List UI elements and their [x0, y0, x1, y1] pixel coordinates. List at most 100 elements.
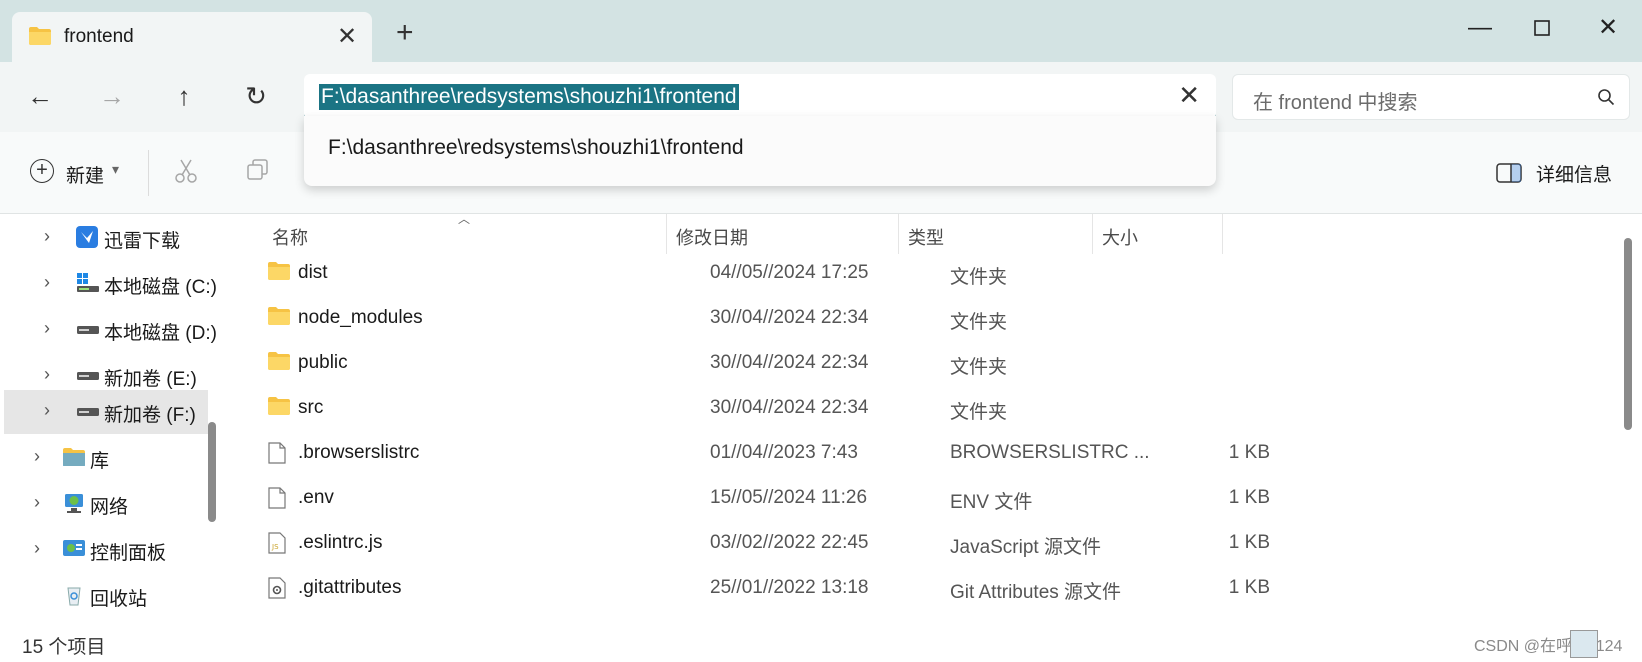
column-header-date[interactable]: 修改日期: [676, 224, 748, 250]
sidebar-item-drive-f[interactable]: › 新加卷 (F:): [4, 390, 208, 434]
file-list: ︿ 名称 修改日期 类型 大小 dist 04//05//2024 17:25 …: [238, 212, 1618, 626]
column-header-type[interactable]: 类型: [908, 224, 944, 250]
file-date: 30//04//2024 22:34: [710, 352, 869, 373]
copy-icon[interactable]: [246, 158, 270, 187]
maximize-button[interactable]: [1512, 8, 1572, 48]
file-size: 1 KB: [1228, 487, 1270, 508]
file-name: .browserslistrc: [298, 442, 420, 463]
expand-arrow-icon[interactable]: ›: [44, 400, 50, 421]
folder-icon: [28, 26, 52, 51]
table-row[interactable]: public 30//04//2024 22:34 文件夹: [238, 340, 1618, 386]
sidebar-item-label: 库: [90, 451, 110, 472]
refresh-button[interactable]: ↻: [236, 76, 276, 116]
details-label: 详细信息: [1536, 165, 1613, 186]
file-date: 25//01//2022 13:18: [710, 577, 869, 598]
table-row[interactable]: dist 04//05//2024 17:25 文件夹: [238, 250, 1618, 296]
drive-icon: [76, 364, 100, 391]
sidebar-item-recycle-bin[interactable]: 回收站: [4, 574, 208, 618]
sidebar-item-drive-d[interactable]: › 本地磁盘 (D:): [4, 308, 217, 352]
sidebar-item-control-panel[interactable]: › 控制面板: [4, 528, 208, 572]
table-row[interactable]: JS .eslintrc.js 03//02//2022 22:45 JavaS…: [238, 520, 1618, 566]
expand-arrow-icon[interactable]: ›: [44, 226, 50, 247]
expand-arrow-icon[interactable]: ›: [44, 364, 50, 385]
close-tab-icon[interactable]: ✕: [334, 22, 360, 51]
file-type: ENV 文件: [950, 492, 1033, 513]
table-row[interactable]: .browserslistrc 01//04//2023 7:43 BROWSE…: [238, 430, 1618, 476]
chevron-down-icon: ▾: [112, 161, 120, 177]
address-suggestion-item[interactable]: F:\dasanthree\redsystems\shouzhi1\fronte…: [328, 136, 744, 160]
recycle-bin-icon: [62, 584, 86, 611]
library-icon: [62, 446, 86, 473]
file-size: 1 KB: [1228, 577, 1270, 598]
back-button[interactable]: ←: [20, 76, 60, 116]
network-icon: [62, 492, 86, 519]
settings-file-icon: [268, 577, 286, 604]
address-bar[interactable]: F:\dasanthree\redsystems\shouzhi1\fronte…: [304, 74, 1216, 120]
table-row[interactable]: src 30//04//2024 22:34 文件夹: [238, 385, 1618, 431]
file-type: Git Attributes 源文件: [950, 582, 1122, 603]
sidebar-item-label: 本地磁盘 (C:): [104, 277, 217, 298]
cut-icon[interactable]: [174, 158, 198, 189]
file-icon: [268, 442, 286, 469]
address-input[interactable]: F:\dasanthree\redsystems\shouzhi1\fronte…: [319, 84, 739, 110]
table-row[interactable]: .env 15//05//2024 11:26 ENV 文件 1 KB: [238, 475, 1618, 521]
column-header-size[interactable]: 大小: [1102, 224, 1138, 250]
folder-icon: [268, 352, 290, 375]
table-row[interactable]: .gitattributes 25//01//2022 13:18 Git At…: [238, 565, 1618, 611]
drive-icon: [76, 318, 100, 345]
item-count: 15 个项目: [22, 637, 106, 658]
close-window-button[interactable]: ✕: [1578, 8, 1638, 48]
file-type: 文件夹: [950, 402, 1008, 423]
sidebar-item-library[interactable]: › 库: [4, 436, 208, 480]
file-icon: [268, 487, 286, 514]
address-suggestions: F:\dasanthree\redsystems\shouzhi1\fronte…: [304, 116, 1216, 186]
column-header-name[interactable]: 名称: [272, 224, 308, 250]
status-bar: 15 个项目 CSDN @在呼吸1124: [0, 626, 1642, 662]
minimize-button[interactable]: —: [1450, 8, 1510, 48]
file-list-scrollbar[interactable]: [1624, 238, 1632, 430]
sidebar-item-xunlei[interactable]: › 迅雷下载: [4, 216, 208, 260]
column-divider[interactable]: [1222, 214, 1223, 254]
clear-icon[interactable]: ✕: [1178, 80, 1200, 111]
file-name: .eslintrc.js: [298, 532, 383, 553]
control-panel-icon: [62, 538, 86, 565]
details-view-toggle[interactable]: [1570, 630, 1598, 658]
file-date: 30//04//2024 22:34: [710, 307, 869, 328]
expand-arrow-icon[interactable]: ›: [44, 272, 50, 293]
file-name: public: [298, 352, 348, 373]
expand-arrow-icon[interactable]: ›: [34, 538, 40, 559]
windows-drive-icon: [76, 272, 100, 299]
file-date: 04//05//2024 17:25: [710, 262, 869, 283]
sidebar-item-network[interactable]: › 网络: [4, 482, 208, 526]
sidebar-item-label: 新加卷 (E:): [104, 369, 197, 390]
folder-icon: [268, 307, 290, 330]
sidebar-scrollbar[interactable]: [208, 422, 216, 522]
search-input[interactable]: 在 frontend 中搜索: [1253, 86, 1418, 115]
divider: [148, 150, 149, 196]
file-size: 1 KB: [1228, 442, 1270, 463]
table-row[interactable]: node_modules 30//04//2024 22:34 文件夹: [238, 295, 1618, 341]
search-box[interactable]: 在 frontend 中搜索: [1232, 74, 1630, 120]
sidebar-item-label: 网络: [90, 497, 129, 518]
details-pane-icon: [1496, 162, 1522, 189]
svg-text:JS: JS: [271, 543, 279, 551]
search-icon[interactable]: [1597, 88, 1615, 111]
column-divider[interactable]: [1092, 214, 1093, 254]
file-name: .env: [298, 487, 334, 508]
column-divider[interactable]: [898, 214, 899, 254]
tab-frontend[interactable]: frontend ✕: [12, 12, 372, 62]
expand-arrow-icon[interactable]: ›: [34, 492, 40, 513]
new-tab-button[interactable]: +: [396, 18, 414, 48]
tab-title: frontend: [64, 26, 134, 47]
up-button[interactable]: ↑: [164, 76, 204, 116]
file-date: 01//04//2023 7:43: [710, 442, 858, 463]
expand-arrow-icon[interactable]: ›: [44, 318, 50, 339]
title-bar: frontend ✕ + — ✕: [0, 0, 1642, 62]
column-divider[interactable]: [666, 214, 667, 254]
js-file-icon: JS: [268, 532, 286, 559]
expand-arrow-icon[interactable]: ›: [34, 446, 40, 467]
file-type: BROWSERSLISTRC ...: [950, 442, 1150, 463]
file-name: dist: [298, 262, 328, 283]
sidebar-item-drive-c[interactable]: › 本地磁盘 (C:): [4, 262, 217, 306]
forward-button[interactable]: →: [92, 76, 132, 116]
